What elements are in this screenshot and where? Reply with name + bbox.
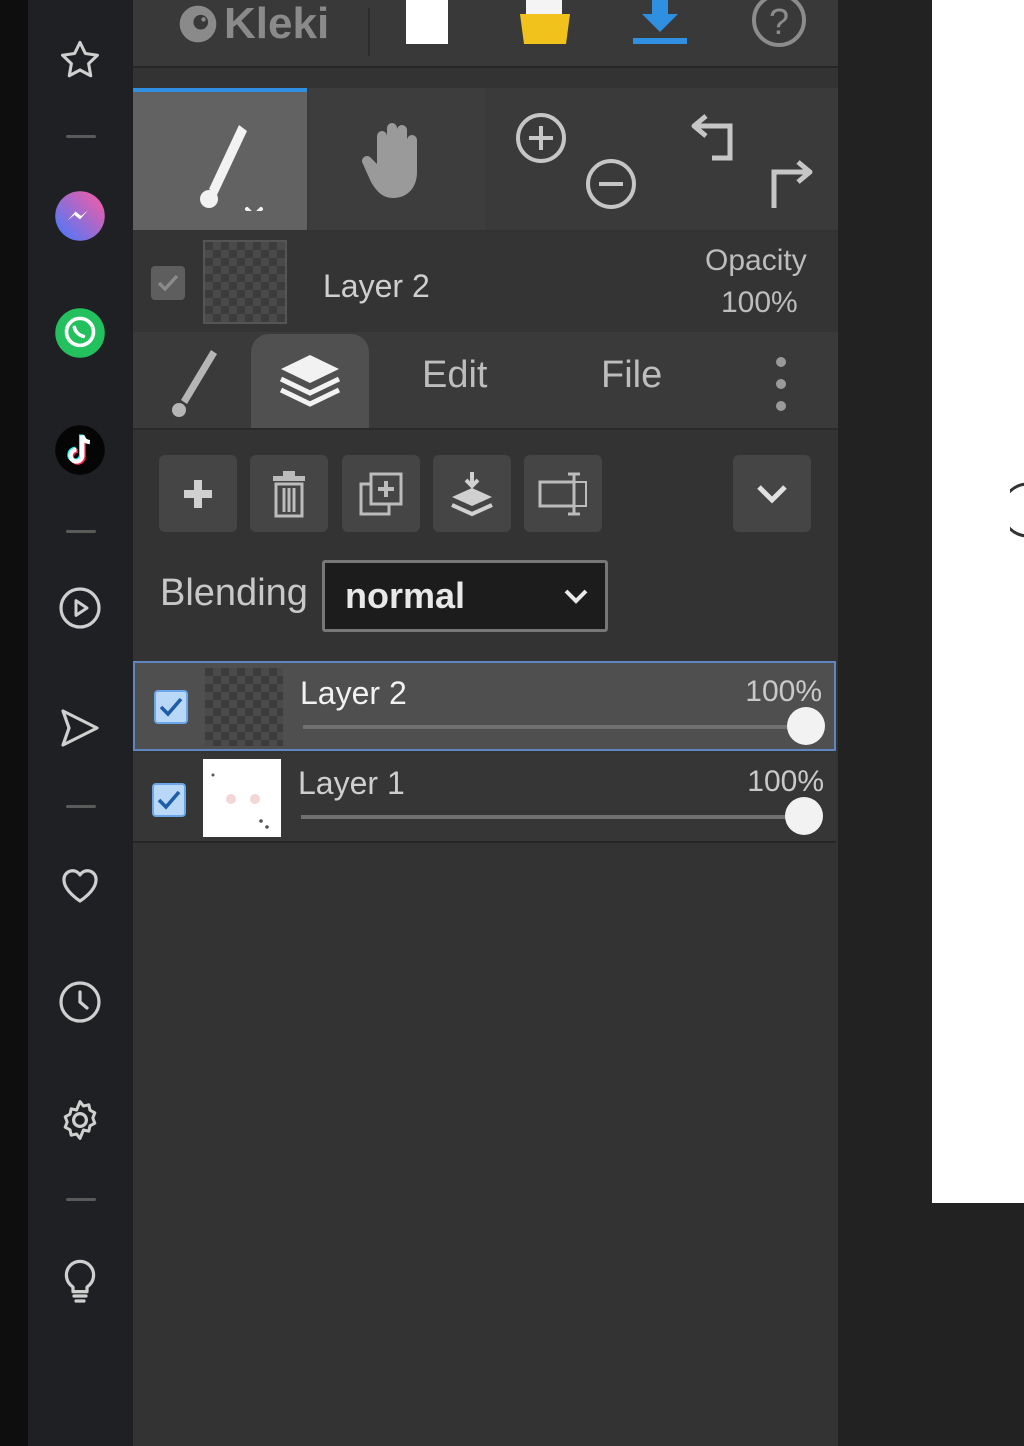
panel-tabs: Edit File bbox=[133, 332, 838, 430]
hand-tool-button[interactable] bbox=[309, 88, 485, 230]
heart-icon[interactable] bbox=[52, 857, 108, 913]
brush-tool-icon bbox=[200, 125, 263, 211]
more-menu-icon[interactable] bbox=[771, 354, 791, 414]
checkmark-icon bbox=[157, 274, 179, 292]
browser-sidebar bbox=[28, 0, 133, 1446]
open-folder-icon[interactable] bbox=[518, 0, 572, 46]
layer-visibility-checkbox[interactable] bbox=[154, 690, 188, 724]
add-layer-icon bbox=[184, 479, 212, 508]
play-icon[interactable] bbox=[52, 580, 108, 636]
brush-cursor-icon bbox=[1010, 482, 1024, 538]
layer-thumbnail bbox=[203, 759, 281, 837]
layer-visibility-checkbox[interactable] bbox=[152, 783, 186, 817]
tab-brush[interactable] bbox=[165, 346, 225, 418]
layer-name: Layer 2 bbox=[300, 675, 407, 711]
layer-opacity-slider-track[interactable] bbox=[303, 725, 807, 729]
layers-icon bbox=[279, 355, 341, 407]
layer-opacity-slider-knob[interactable] bbox=[787, 707, 825, 745]
zoom-controls bbox=[487, 88, 662, 230]
help-icon[interactable]: ? bbox=[746, 0, 812, 48]
brush-tool-button[interactable] bbox=[133, 88, 307, 230]
tab-edit[interactable]: Edit bbox=[422, 354, 487, 397]
zoom-out-icon[interactable] bbox=[583, 156, 639, 212]
layer-name: Layer 1 bbox=[298, 765, 405, 801]
window-edge bbox=[0, 0, 28, 1446]
blending-label: Blending bbox=[160, 572, 308, 614]
topbar-divider bbox=[368, 8, 370, 56]
new-image-icon[interactable] bbox=[402, 0, 452, 44]
layer-opacity-slider-track[interactable] bbox=[301, 815, 805, 819]
sidebar-separator bbox=[66, 805, 96, 808]
checkmark-icon bbox=[157, 790, 181, 810]
chevron-down-icon bbox=[564, 589, 588, 604]
merge-down-button[interactable] bbox=[433, 455, 511, 532]
messenger-icon[interactable] bbox=[52, 188, 108, 244]
checkmark-icon bbox=[159, 697, 183, 717]
blending-value: normal bbox=[345, 575, 466, 616]
current-layer-visibility-checkbox[interactable] bbox=[151, 266, 185, 300]
current-layer-thumbnail bbox=[203, 240, 287, 324]
download-icon[interactable] bbox=[630, 0, 690, 48]
chevron-down-icon bbox=[757, 484, 787, 504]
kleki-logo-icon bbox=[179, 5, 217, 43]
layer-opacity-slider-knob[interactable] bbox=[785, 797, 823, 835]
layer-opacity-value: 100% bbox=[747, 765, 824, 798]
sidebar-separator bbox=[66, 1198, 96, 1201]
history-controls bbox=[664, 88, 838, 230]
current-layer-name: Layer 2 bbox=[323, 268, 430, 304]
brush-tab-icon bbox=[172, 350, 217, 417]
delete-layer-icon bbox=[273, 470, 305, 517]
star-icon[interactable] bbox=[52, 32, 108, 88]
send-icon[interactable] bbox=[52, 700, 108, 756]
layer-row-layer-1[interactable]: Layer 1 100% bbox=[133, 753, 836, 843]
gear-icon[interactable] bbox=[52, 1092, 108, 1148]
drawing-canvas[interactable] bbox=[932, 0, 1024, 1203]
lightbulb-icon[interactable] bbox=[52, 1252, 108, 1308]
add-layer-button[interactable] bbox=[159, 455, 237, 532]
layer-row-layer-2[interactable]: Layer 2 100% bbox=[133, 661, 836, 751]
logo-text: Kleki bbox=[224, 0, 330, 48]
tool-row bbox=[133, 88, 838, 230]
duplicate-layer-icon bbox=[359, 472, 403, 515]
svg-text:?: ? bbox=[769, 1, 789, 42]
layer-thumbnail bbox=[205, 668, 283, 746]
merge-down-icon bbox=[451, 471, 493, 516]
tiktok-icon[interactable] bbox=[52, 422, 108, 478]
hand-tool-icon bbox=[362, 123, 417, 198]
opacity-value: 100% bbox=[721, 286, 798, 319]
redo-icon[interactable] bbox=[756, 154, 818, 212]
duplicate-layer-button[interactable] bbox=[342, 455, 420, 532]
sidebar-separator bbox=[66, 135, 96, 138]
blending-select[interactable]: normal bbox=[322, 560, 608, 632]
kleki-logo[interactable]: Kleki bbox=[176, 0, 329, 48]
layer-opacity-value: 100% bbox=[745, 675, 822, 708]
delete-layer-button[interactable] bbox=[250, 455, 328, 532]
current-layer-bar: Layer 2 Opacity 100% bbox=[133, 232, 838, 332]
layer-options-dropdown-button[interactable] bbox=[733, 455, 811, 532]
opacity-label: Opacity bbox=[705, 244, 807, 277]
rename-layer-button[interactable] bbox=[524, 455, 602, 532]
undo-icon[interactable] bbox=[686, 108, 748, 166]
tab-layers[interactable] bbox=[251, 334, 369, 428]
tab-file[interactable]: File bbox=[601, 354, 662, 397]
whatsapp-icon[interactable] bbox=[52, 305, 108, 361]
clock-icon[interactable] bbox=[52, 974, 108, 1030]
rename-layer-icon bbox=[538, 472, 587, 515]
zoom-in-icon[interactable] bbox=[513, 110, 569, 166]
sidebar-separator bbox=[66, 530, 96, 533]
